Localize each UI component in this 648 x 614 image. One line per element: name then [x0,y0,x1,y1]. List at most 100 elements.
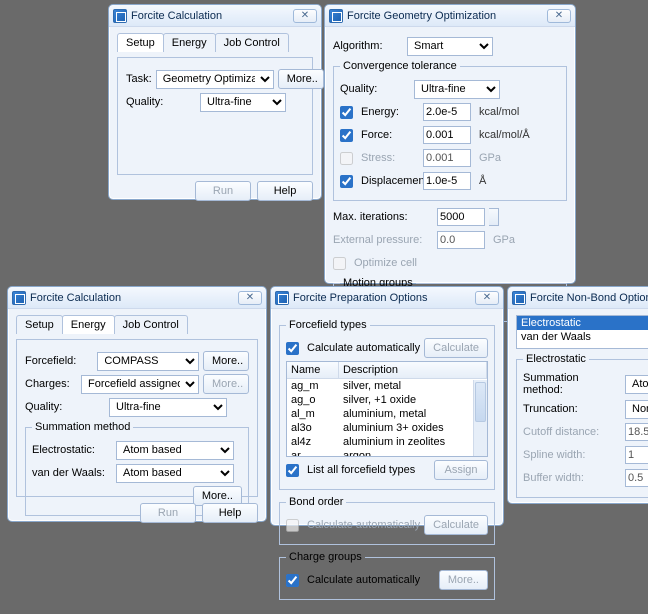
close-icon[interactable]: ✕ [293,9,317,23]
quality-select[interactable]: Ultra-fine [109,398,227,417]
truncation-select[interactable]: None [625,400,648,419]
cell-name: al_m [287,407,339,421]
vdw-select[interactable]: Atom based [116,464,234,483]
spline-input [625,446,648,464]
fft-calc-auto-checkbox[interactable] [286,342,299,355]
displacement-label: Displacement: [361,175,419,187]
optimize-cell-label: Optimize cell [354,257,417,269]
external-pressure-unit: GPa [493,234,515,246]
bo-calculate-button: Calculate [424,515,488,535]
forcite-calc-energy-dialog: Forcite Calculation ✕ Setup Energy Job C… [7,286,267,522]
help-button[interactable]: Help [257,181,313,201]
convergence-fieldset: Convergence tolerance Quality: Ultra-fin… [333,60,567,201]
titlebar[interactable]: Forcite Calculation ✕ [8,287,266,309]
cell-desc: aluminium, metal [339,407,487,421]
charges-select[interactable]: Forcefield assigned [81,375,199,394]
summation-method-select[interactable]: Atom based [625,375,648,394]
vdw-label: van der Waals: [32,467,112,479]
run-button[interactable]: Run [140,503,196,523]
method-listbox[interactable]: Electrostatic van der Waals [516,315,648,349]
spline-label: Spline width: [523,449,621,461]
column-name[interactable]: Name [287,362,339,378]
table-row[interactable]: ag_osilver, +1 oxide [287,393,487,407]
spinner-icon[interactable] [489,208,499,226]
app-icon [329,9,343,23]
max-iterations-input[interactable] [437,208,485,226]
cell-name: al4z [287,435,339,449]
scrollbar-thumb[interactable] [475,382,486,422]
close-icon[interactable]: ✕ [475,291,499,305]
titlebar[interactable]: Forcite Non-Bond Options ✕ [508,287,648,309]
table-row[interactable]: arargon [287,449,487,457]
summation-method-label: Summation method: [523,372,621,396]
task-label: Task: [126,73,152,85]
stress-checkbox [340,152,353,165]
algorithm-label: Algorithm: [333,40,403,52]
cell-desc: silver, +1 oxide [339,393,487,407]
cg-calc-auto-label: Calculate automatically [307,574,420,586]
displacement-unit: Å [479,175,486,187]
calculate-button: Calculate [424,338,488,358]
list-all-checkbox[interactable] [286,464,299,477]
forcefield-types-table[interactable]: Name Description ag_msilver, metalag_osi… [286,361,488,457]
forcefield-select[interactable]: COMPASS [97,352,199,371]
stress-input [423,149,471,167]
force-unit: kcal/mol/Å [479,129,530,141]
quality-select[interactable]: Ultra-fine [414,80,500,99]
tab-job-control[interactable]: Job Control [114,315,188,334]
bond-order-legend: Bond order [286,496,346,508]
cell-desc: aluminium in zeolites [339,435,487,449]
energy-input[interactable] [423,103,471,121]
tab-setup[interactable]: Setup [16,315,63,334]
titlebar[interactable]: Forcite Calculation ✕ [109,5,321,27]
electrostatic-select[interactable]: Atom based [116,441,234,460]
list-item-vdw[interactable]: van der Waals [517,330,648,344]
column-description[interactable]: Description [339,362,487,378]
cell-name: ag_m [287,379,339,393]
algorithm-select[interactable]: Smart [407,37,493,56]
fft-calc-auto-label: Calculate automatically [307,342,420,354]
tab-setup[interactable]: Setup [117,33,164,52]
bo-calc-auto-checkbox [286,519,299,532]
cg-calc-auto-checkbox[interactable] [286,574,299,587]
list-all-label: List all forcefield types [307,464,415,476]
table-row[interactable]: al4zaluminium in zeolites [287,435,487,449]
list-item-electrostatic[interactable]: Electrostatic [517,316,648,330]
forcite-geometry-optimization-dialog: Forcite Geometry Optimization ✕ Algorith… [324,4,576,284]
titlebar[interactable]: Forcite Geometry Optimization ✕ [325,5,575,27]
electrostatic-legend: Electrostatic [523,353,589,365]
buffer-input [625,469,648,487]
external-pressure-label: External pressure: [333,234,433,246]
table-body: ag_msilver, metalag_osilver, +1 oxideal_… [287,379,487,457]
force-input[interactable] [423,126,471,144]
close-icon[interactable]: ✕ [238,291,262,305]
scrollbar[interactable] [473,380,487,456]
displacement-input[interactable] [423,172,471,190]
forcefield-label: Forcefield: [25,355,93,367]
energy-checkbox[interactable] [340,106,353,119]
task-more-button[interactable]: More.. [278,69,324,89]
external-pressure-input [437,231,485,249]
charges-label: Charges: [25,378,77,390]
table-row[interactable]: al3oaluminium 3+ oxides [287,421,487,435]
cell-desc: argon [339,449,487,457]
help-button[interactable]: Help [202,503,258,523]
energy-label: Energy: [361,106,419,118]
forcefield-more-button[interactable]: More.. [203,351,249,371]
table-row[interactable]: ag_msilver, metal [287,379,487,393]
table-row[interactable]: al_maluminium, metal [287,407,487,421]
close-icon[interactable]: ✕ [547,9,571,23]
titlebar[interactable]: Forcite Preparation Options ✕ [271,287,503,309]
cg-more-button: More.. [439,570,488,590]
run-button[interactable]: Run [195,181,251,201]
force-label: Force: [361,129,419,141]
tab-energy[interactable]: Energy [163,33,216,52]
tab-job-control[interactable]: Job Control [215,33,289,52]
tab-energy[interactable]: Energy [62,315,115,334]
forcite-calc-setup-dialog: Forcite Calculation ✕ Setup Energy Job C… [108,4,322,200]
quality-select[interactable]: Ultra-fine [200,93,286,112]
displacement-checkbox[interactable] [340,175,353,188]
force-checkbox[interactable] [340,129,353,142]
task-select[interactable]: Geometry Optimization [156,70,274,89]
truncation-label: Truncation: [523,403,621,415]
